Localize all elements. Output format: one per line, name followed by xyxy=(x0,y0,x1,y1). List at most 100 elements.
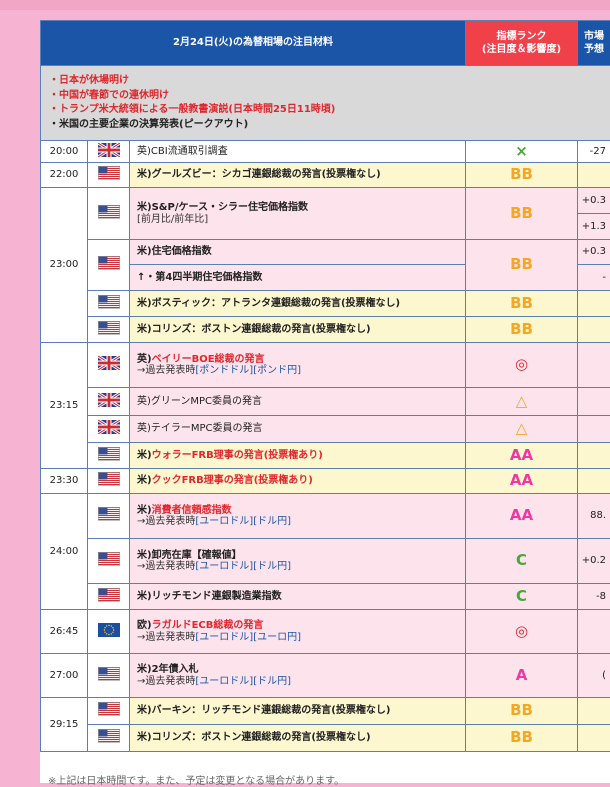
us-flag-icon xyxy=(88,654,130,698)
market-header-line1: 市場 xyxy=(584,31,604,42)
link-eurusd[interactable]: [ユーロドル] xyxy=(195,632,253,643)
table-row: 米)ボスティック：アトランタ連銀総裁の発言(投票権なし) BB xyxy=(41,291,610,317)
link-usdjpy[interactable]: [ドル円] xyxy=(253,561,291,572)
table-row: 24:00 米)消費者信頼感指数 →過去発表時[ユーロドル][ドル円] AA 8… xyxy=(41,494,610,539)
event-name: 欧)ラガルドECB総裁の発言 →過去発表時[ユーロドル][ユーロ円] xyxy=(130,610,466,654)
link-gbpusd[interactable]: [ポンドドル] xyxy=(195,365,253,376)
market-header-line2: 予想 xyxy=(584,44,604,55)
event-time: 23:00 xyxy=(41,188,88,343)
event-name: 英)グリーンMPC委員の発言 xyxy=(130,388,466,416)
rank-badge: C xyxy=(466,584,578,610)
us-flag-icon xyxy=(88,188,130,240)
table-row: 26:45 欧)ラガルドECB総裁の発言 →過去発表時[ユーロドル][ユーロ円]… xyxy=(41,610,610,654)
event-name: 英)テイラーMPC委員の発言 xyxy=(130,416,466,443)
event-name: 英)ベイリーBOE総裁の発言 →過去発表時[ポンドドル][ポンド円] xyxy=(130,343,466,388)
forecast-value xyxy=(578,725,610,752)
event-title: ベイリーBOE総裁の発言 xyxy=(152,354,265,365)
event-country: 欧) xyxy=(137,620,152,631)
rank-badge: × xyxy=(466,141,578,163)
forecast-value xyxy=(578,443,610,469)
note-item: ・日本が休場明け xyxy=(49,74,602,89)
event-title: 米)住宅価格指数 xyxy=(137,246,212,257)
event-country: 英) xyxy=(137,354,152,365)
event-name: 米)S&P/ケース・シラー住宅価格指数 [前月比/前年比] xyxy=(130,188,466,240)
event-time: 23:15 xyxy=(41,343,88,469)
notes-row: ・日本が休場明け ・中国が春節での連休明け ・トランプ米大統領による一般教書演説… xyxy=(41,66,610,141)
event-title: クックFRB理事の発言(投票権あり) xyxy=(152,475,313,486)
rank-header-line2: (注目度＆影響度) xyxy=(482,44,561,55)
past-release-label: →過去発表時 xyxy=(137,365,195,376)
forecast-value xyxy=(578,163,610,188)
link-eurusd[interactable]: [ユーロドル] xyxy=(195,676,253,687)
event-title: ラガルドECB総裁の発言 xyxy=(152,620,264,631)
event-time: 24:00 xyxy=(41,494,88,610)
forecast-value: 88. xyxy=(578,494,610,539)
link-eurjpy[interactable]: [ユーロ円] xyxy=(253,632,301,643)
event-name: ↑・第4四半期住宅価格指数 xyxy=(130,265,466,291)
rank-badge: BB xyxy=(466,317,578,343)
us-flag-icon xyxy=(88,539,130,584)
event-name: 米)卸売在庫【確報値】 →過去発表時[ユーロドル][ドル円] xyxy=(130,539,466,584)
event-name: 米)コリンズ：ボストン連銀総裁の発言(投票権なし) xyxy=(130,317,466,343)
event-title: ↑・第4四半期住宅価格指数 xyxy=(137,272,262,283)
rank-badge: BB xyxy=(466,240,578,291)
forecast-value: -8 xyxy=(578,584,610,610)
notes-box: ・日本が休場明け ・中国が春節での連休明け ・トランプ米大統領による一般教書演説… xyxy=(41,66,610,141)
past-release-label: →過去発表時 xyxy=(137,561,195,572)
event-title: 米)コリンズ：ボストン連銀総裁の発言(投票権なし) xyxy=(137,732,371,743)
market-forecast-header: 市場 予想 xyxy=(578,21,610,66)
forecast-value xyxy=(578,388,610,416)
rank-badge: △ xyxy=(466,388,578,416)
us-flag-icon xyxy=(88,317,130,343)
table-row: 23:15 英)ベイリーBOE総裁の発言 →過去発表時[ポンドドル][ポンド円]… xyxy=(41,343,610,388)
event-title: 米)バーキン：リッチモンド連銀総裁の発言(投票権なし) xyxy=(137,705,390,716)
forecast-value: - xyxy=(578,265,610,291)
forecast-value: +0.2 xyxy=(578,539,610,584)
link-usdjpy[interactable]: [ドル円] xyxy=(253,516,291,527)
forecast-value xyxy=(578,416,610,443)
link-usdjpy[interactable]: [ドル円] xyxy=(253,676,291,687)
note-item: ・中国が春節での連休明け xyxy=(49,89,602,104)
event-title: ウォラーFRB理事の発言(投票権あり) xyxy=(152,450,323,461)
event-time: 22:00 xyxy=(41,163,88,188)
rank-badge: BB xyxy=(466,291,578,317)
past-release-label: →過去発表時 xyxy=(137,516,195,527)
event-country: 米) xyxy=(137,450,152,461)
table-header: 2月24日(火)の為替相場の注目材料 指標ランク (注目度＆影響度) 市場 予想 xyxy=(41,21,610,66)
rank-badge: BB xyxy=(466,188,578,240)
event-name: 米)ボスティック：アトランタ連銀総裁の発言(投票権なし) xyxy=(130,291,466,317)
link-gbpjpy[interactable]: [ポンド円] xyxy=(253,365,301,376)
event-title: 米)グールズビー：シカゴ連銀総裁の発言(投票権なし) xyxy=(137,169,381,180)
table-row: 米)ウォラーFRB理事の発言(投票権あり) AA xyxy=(41,443,610,469)
event-name: 英)CBI流通取引調査 xyxy=(130,141,466,163)
uk-flag-icon xyxy=(88,416,130,443)
event-name: 米)消費者信頼感指数 →過去発表時[ユーロドル][ドル円] xyxy=(130,494,466,539)
rank-badge: BB xyxy=(466,725,578,752)
event-subtitle: [前月比/前年比] xyxy=(137,214,208,225)
event-name: 米)コリンズ：ボストン連銀総裁の発言(投票権なし) xyxy=(130,725,466,752)
event-country: 米) xyxy=(137,475,152,486)
table-title: 2月24日(火)の為替相場の注目材料 xyxy=(41,21,466,66)
rank-badge: AA xyxy=(466,494,578,539)
link-eurusd[interactable]: [ユーロドル] xyxy=(195,561,253,572)
forecast-value: +0.3 xyxy=(578,240,610,265)
uk-flag-icon xyxy=(88,141,130,163)
event-title: 米)2年債入札 xyxy=(137,664,199,675)
rank-badge: △ xyxy=(466,416,578,443)
us-flag-icon xyxy=(88,291,130,317)
rank-badge: ◎ xyxy=(466,343,578,388)
table-row: 23:00 米)S&P/ケース・シラー住宅価格指数 [前月比/前年比] BB +… xyxy=(41,188,610,214)
forecast-value: +0.3 xyxy=(578,188,610,214)
event-country: 米) xyxy=(137,505,152,516)
event-name: 米)バーキン：リッチモンド連銀総裁の発言(投票権なし) xyxy=(130,698,466,725)
table-row: 英)テイラーMPC委員の発言 △ xyxy=(41,416,610,443)
event-name: 米)グールズビー：シカゴ連銀総裁の発言(投票権なし) xyxy=(130,163,466,188)
rank-badge: BB xyxy=(466,698,578,725)
rank-badge: ◎ xyxy=(466,610,578,654)
table-row: 23:30 米)クックFRB理事の発言(投票権あり) AA xyxy=(41,469,610,494)
forecast-value: -27 xyxy=(578,141,610,163)
calendar-panel: 2月24日(火)の為替相場の注目材料 指標ランク (注目度＆影響度) 市場 予想… xyxy=(40,20,610,783)
table-row: 米)コリンズ：ボストン連銀総裁の発言(投票権なし) BB xyxy=(41,725,610,752)
us-flag-icon xyxy=(88,163,130,188)
link-eurusd[interactable]: [ユーロドル] xyxy=(195,516,253,527)
